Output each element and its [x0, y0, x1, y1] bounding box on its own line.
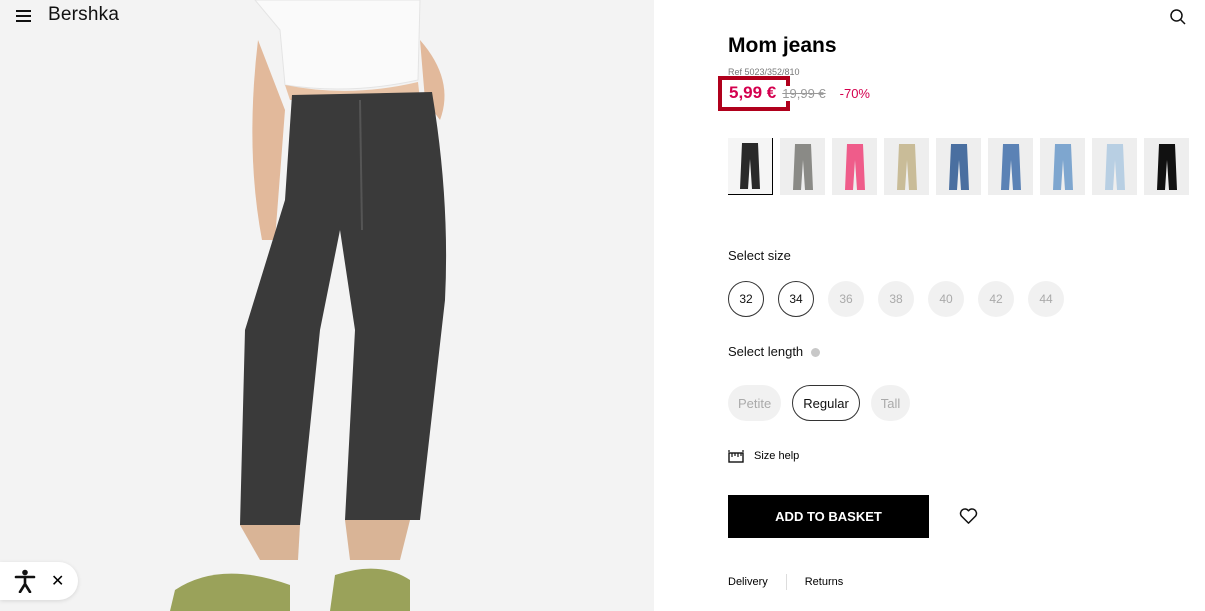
returns-link[interactable]: Returns: [805, 576, 844, 588]
length-label-row: Select length: [728, 344, 821, 359]
jeans-model-photo: [0, 0, 654, 611]
footer-links: Delivery Returns: [728, 574, 843, 590]
color-swatch-beige[interactable]: [884, 138, 929, 195]
size-option-38[interactable]: 38: [878, 281, 914, 317]
add-to-basket-button[interactable]: ADD TO BASKET: [728, 495, 929, 538]
hamburger-menu-icon[interactable]: [16, 9, 32, 22]
length-selector: Petite Regular Tall: [728, 385, 911, 421]
product-page: Bershka ✕ Mom jeans Ref 5023/352/810 5,9…: [0, 0, 1205, 611]
jeans-thumbnail-icon: [844, 143, 865, 190]
size-selector: 32 34 36 38 40 42 44: [728, 281, 1064, 317]
jeans-thumbnail-icon: [792, 143, 813, 190]
original-price: 19,99 €: [782, 85, 828, 101]
color-swatch-ice-blue[interactable]: [1092, 138, 1137, 195]
discount-badge: -70%: [839, 85, 870, 101]
top-bar: Bershka: [16, 4, 119, 26]
info-icon[interactable]: [811, 348, 821, 358]
length-option-petite[interactable]: Petite: [728, 385, 782, 421]
product-details: Mom jeans Ref 5023/352/810 5,99 € 19,99 …: [654, 0, 1205, 611]
highlighted-price: 5,99 €: [718, 75, 791, 111]
color-swatch-light-blue[interactable]: [1040, 138, 1085, 195]
jeans-thumbnail-icon: [1156, 143, 1177, 190]
price-row: 5,99 € 19,99 € -70%: [718, 75, 870, 111]
heart-icon[interactable]: [959, 507, 978, 525]
size-option-32[interactable]: 32: [728, 281, 764, 317]
color-swatch-black[interactable]: [1144, 138, 1189, 195]
divider: [785, 574, 787, 590]
jeans-thumbnail-icon: [1052, 143, 1073, 190]
size-option-44[interactable]: 44: [1028, 281, 1064, 317]
accessibility-widget[interactable]: ✕: [0, 562, 78, 600]
jeans-thumbnail-icon: [1104, 143, 1125, 190]
jeans-thumbnail-icon: [896, 143, 917, 190]
current-price: 5,99 €: [729, 83, 777, 102]
size-option-40[interactable]: 40: [928, 281, 964, 317]
size-option-36[interactable]: 36: [828, 281, 864, 317]
length-label: Select length: [728, 344, 804, 359]
ruler-icon: [728, 450, 744, 463]
length-option-regular[interactable]: Regular: [792, 385, 860, 421]
size-option-34[interactable]: 34: [778, 281, 814, 317]
color-swatch-mid-blue[interactable]: [936, 138, 981, 195]
delivery-link[interactable]: Delivery: [728, 576, 768, 588]
color-swatches: [728, 138, 1189, 195]
size-option-42[interactable]: 42: [978, 281, 1014, 317]
close-icon[interactable]: ✕: [51, 571, 64, 591]
length-option-tall[interactable]: Tall: [870, 385, 911, 421]
brand-logo[interactable]: Bershka: [48, 4, 119, 26]
size-label: Select size: [728, 248, 791, 263]
color-swatch-black-wash[interactable]: [728, 138, 773, 195]
product-image[interactable]: Bershka ✕: [0, 0, 654, 611]
color-swatch-blue[interactable]: [988, 138, 1033, 195]
accessibility-icon[interactable]: [14, 569, 36, 593]
jeans-thumbnail-icon: [740, 143, 760, 189]
jeans-thumbnail-icon: [1000, 143, 1021, 190]
jeans-thumbnail-icon: [948, 143, 969, 190]
product-title: Mom jeans: [728, 34, 837, 57]
size-help-link[interactable]: Size help: [728, 449, 799, 463]
search-icon[interactable]: [1169, 8, 1187, 26]
size-help-label: Size help: [754, 450, 800, 462]
color-swatch-grey[interactable]: [780, 138, 825, 195]
color-swatch-pink[interactable]: [832, 138, 877, 195]
